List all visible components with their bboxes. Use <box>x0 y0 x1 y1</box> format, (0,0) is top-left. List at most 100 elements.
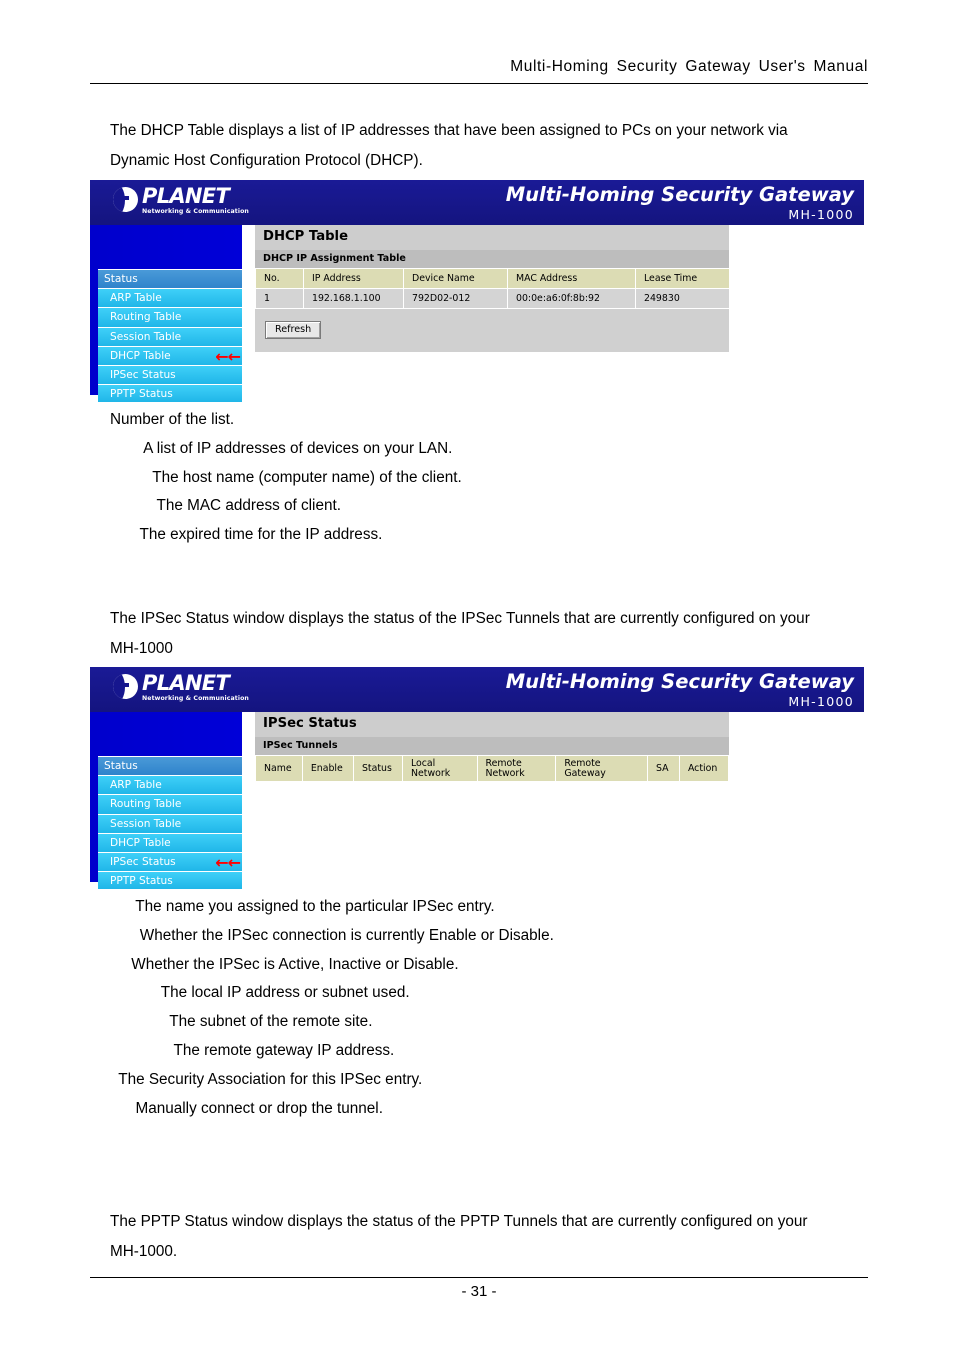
sidebar-nav: Status ARP Table Routing Table Session T… <box>90 712 242 891</box>
column-header-remote-network: Remote Network <box>476 754 557 783</box>
header-line-1: Action <box>687 762 718 774</box>
banner-model-number: MH-1000 <box>788 694 854 709</box>
desc-line-no: Number of the list. <box>110 411 235 428</box>
planet-logo: PLANET Networking & Communication <box>113 186 249 216</box>
ipsec-panel-subtitle: IPSec Tunnels <box>255 737 729 755</box>
cell-lease-time: 249830 <box>635 288 730 309</box>
sidebar-item-label: ARP Table <box>110 292 162 305</box>
sidebar-item-dhcp-table[interactable]: DHCP Table ←← <box>98 345 242 366</box>
planet-logo: PLANET Networking & Communication <box>113 673 249 703</box>
pptp-intro-paragraph: The PPTP Status window displays the stat… <box>110 1207 850 1267</box>
planet-globe-icon <box>113 674 138 699</box>
dhcp-field-description-list: Number of the list. A list of IP address… <box>110 406 462 550</box>
column-header-ip-address: IP Address <box>303 268 404 289</box>
sidebar-item-label: Session Table <box>110 330 182 343</box>
sidebar-group-status[interactable]: Status <box>98 756 242 776</box>
dhcp-intro-line-1: The DHCP Table displays a list of IP add… <box>110 122 788 139</box>
desc-line-enable: Whether the IPSec connection is currentl… <box>110 926 554 944</box>
header-divider <box>90 83 868 84</box>
column-header-no: No. <box>255 268 304 289</box>
ipsec-intro-paragraph: The IPSec Status window displays the sta… <box>110 604 850 664</box>
column-header-device-name: Device Name <box>403 268 508 289</box>
sidebar-item-label: ARP Table <box>110 779 162 792</box>
header-line-1: Name <box>264 762 292 774</box>
sidebar-group-status[interactable]: Status <box>98 269 242 289</box>
column-header-sa: SA <box>646 754 680 783</box>
cell-no: 1 <box>255 288 304 309</box>
desc-line-local-network: The local IP address or subnet used. <box>110 984 410 1002</box>
column-header-name: Name <box>255 754 303 783</box>
sidebar-item-session-table[interactable]: Session Table <box>98 813 242 833</box>
header-line-2: Network <box>410 767 451 779</box>
sidebar-group-label: Status <box>104 760 138 772</box>
column-header-action: Action <box>678 754 730 783</box>
banner-product-name: Multi-Homing Security Gateway <box>505 183 854 206</box>
sidebar-item-arp-table[interactable]: ARP Table <box>98 775 242 795</box>
column-header-local-network: Local Network <box>401 754 478 783</box>
dhcp-panel-footer: Refresh <box>255 309 729 352</box>
cell-mac-address: 00:0e:a6:0f:8b:92 <box>507 288 636 309</box>
sidebar-item-label: Routing Table <box>110 311 182 324</box>
sidebar-item-routing-table[interactable]: Routing Table <box>98 307 242 327</box>
sidebar-item-session-table[interactable]: Session Table <box>98 326 242 346</box>
sidebar-item-label: IPSec Status <box>110 368 176 381</box>
dhcp-screenshot: PLANET Networking & Communication Multi-… <box>90 180 864 404</box>
table-row: 1 192.168.1.100 792D02-012 00:0e:a6:0f:8… <box>255 288 730 309</box>
planet-logo-tagline: Networking & Communication <box>142 208 249 215</box>
column-header-lease-time: Lease Time <box>635 268 730 289</box>
sidebar-item-ipsec-status[interactable]: IPSec Status ←← <box>98 851 242 872</box>
header-line-1: SA <box>655 762 669 774</box>
device-banner: PLANET Networking & Communication Multi-… <box>90 180 864 225</box>
desc-line-lease-time: The expired time for the IP address. <box>110 526 383 544</box>
sidebar-group-label: Status <box>104 273 138 285</box>
planet-globe-icon <box>113 187 138 212</box>
pptp-intro-line-1: The PPTP Status window displays the stat… <box>110 1213 808 1230</box>
manual-page: Multi-Homing Security Gateway User's Man… <box>0 0 954 1350</box>
refresh-button[interactable]: Refresh <box>265 321 322 339</box>
desc-line-action: Manually connect or drop the tunnel. <box>110 1099 383 1117</box>
desc-line-remote-network: The subnet of the remote site. <box>110 1013 373 1031</box>
ipsec-intro-line-2: MH-1000 <box>110 640 173 657</box>
desc-line-mac-address: The MAC address of client. <box>110 497 341 515</box>
desc-line-ip-address: A list of IP addresses of devices on you… <box>110 439 453 457</box>
sidebar-item-label: IPSec Status <box>110 855 176 868</box>
footer-divider <box>90 1277 868 1278</box>
header-line-2: Gateway <box>564 767 606 779</box>
dhcp-panel: DHCP Table DHCP IP Assignment Table No. … <box>255 225 730 352</box>
header-line-1: Status <box>361 762 392 774</box>
sidebar-item-pptp-status[interactable]: PPTP Status <box>98 384 242 404</box>
dhcp-content-area: DHCP Table DHCP IP Assignment Table No. … <box>255 225 864 395</box>
sidebar-item-dhcp-table[interactable]: DHCP Table <box>98 832 242 852</box>
planet-logo-name: PLANET <box>142 184 230 208</box>
page-number: - 31 - <box>461 1283 497 1300</box>
desc-line-name: The name you assigned to the particular … <box>110 898 495 915</box>
desc-line-sa: The Security Association for this IPSec … <box>110 1070 423 1088</box>
desc-line-status: Whether the IPSec is Active, Inactive or… <box>110 955 459 973</box>
running-header-title: Multi-Homing Security Gateway User's Man… <box>510 58 868 75</box>
sidebar-item-ipsec-status[interactable]: IPSec Status <box>98 364 242 385</box>
planet-logo-name: PLANET <box>142 671 230 695</box>
sidebar-item-routing-table[interactable]: Routing Table <box>98 794 242 814</box>
table-header-row: No. IP Address Device Name MAC Address L… <box>255 268 730 289</box>
sidebar-item-arp-table[interactable]: ARP Table <box>98 288 242 308</box>
banner-product-name: Multi-Homing Security Gateway <box>505 670 854 693</box>
column-header-mac-address: MAC Address <box>507 268 636 289</box>
table-header-row: Name Enable Status Local Network Remote … <box>255 754 730 783</box>
cell-device-name: 792D02-012 <box>403 288 508 309</box>
dhcp-intro-paragraph: The DHCP Table displays a list of IP add… <box>110 116 850 176</box>
dhcp-panel-subtitle: DHCP IP Assignment Table <box>255 250 729 268</box>
column-header-status: Status <box>352 754 403 783</box>
ipsec-intro-line-1: The IPSec Status window displays the sta… <box>110 610 810 627</box>
sidebar-item-label: Routing Table <box>110 798 182 811</box>
sidebar-item-pptp-status[interactable]: PPTP Status <box>98 871 242 891</box>
column-header-remote-gateway: Remote Gateway <box>555 754 648 783</box>
pptp-intro-line-2: MH-1000. <box>110 1243 178 1260</box>
sidebar-item-label: Session Table <box>110 817 182 830</box>
header-line-2: Network <box>485 767 525 779</box>
ipsec-panel-title: IPSec Status <box>255 712 729 737</box>
left-arrow-pointer-icon: ←← <box>215 346 241 366</box>
ipsec-field-description-list: The name you assigned to the particular … <box>110 893 554 1123</box>
planet-logo-tagline: Networking & Communication <box>142 695 249 702</box>
column-header-enable: Enable <box>301 754 354 783</box>
sidebar-item-label: DHCP Table <box>110 349 171 362</box>
